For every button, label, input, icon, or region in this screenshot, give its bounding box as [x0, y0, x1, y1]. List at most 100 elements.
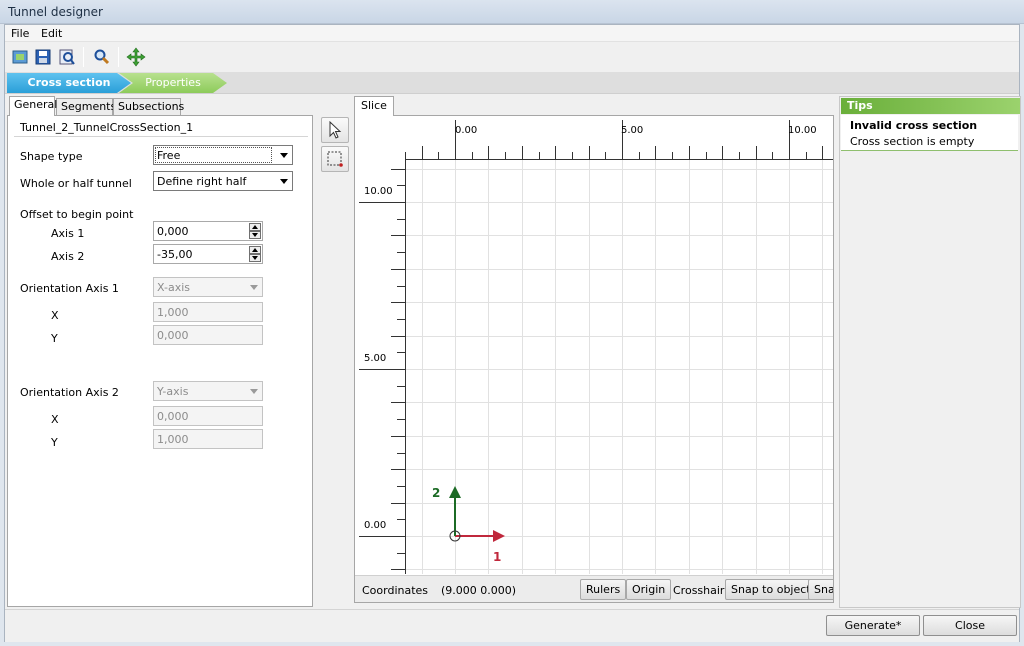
shape-type-value: Free — [157, 149, 181, 162]
axis2-spinner[interactable] — [249, 246, 261, 262]
grid-lines — [405, 159, 833, 574]
chevron-down-icon — [250, 389, 258, 394]
toolbar-separator — [118, 47, 119, 67]
close-button[interactable]: Close — [923, 615, 1017, 636]
axis1-label: Axis 1 — [51, 227, 85, 240]
coordinates-value: (9.000 0.000) — [441, 584, 517, 597]
tab-subsections[interactable]: Subsections — [113, 98, 184, 115]
tab-slice[interactable]: Slice — [354, 96, 394, 116]
origin-toggle[interactable]: Origin — [626, 579, 672, 600]
properties-panel: General Segments Subsections Tunnel_2_Tu… — [5, 96, 315, 607]
axis2-input[interactable]: -35,00 — [153, 244, 263, 264]
crosshair-toggle[interactable]: Crosshair — [673, 584, 724, 597]
axis-2-label: 2 — [432, 486, 440, 500]
offset-label: Offset to begin point — [20, 208, 134, 221]
group-title: Tunnel_2_TunnelCrossSection_1 — [20, 121, 194, 134]
orient1-x-field: 1,000 — [153, 302, 263, 322]
general-tab-body: Tunnel_2_TunnelCrossSection_1 Shape type… — [7, 115, 313, 607]
tip-title: Invalid cross section — [850, 119, 978, 132]
menu-bar: File Edit — [5, 25, 1019, 42]
orient2-y-label: Y — [51, 436, 58, 449]
open-file-icon[interactable] — [9, 46, 31, 68]
rulers-toggle[interactable]: Rulers — [580, 579, 627, 600]
chevron-down-icon — [250, 285, 258, 290]
ruler-left-label: 5.00 — [364, 353, 386, 364]
orient1-select: X-axis — [153, 277, 263, 297]
menu-file[interactable]: File — [11, 27, 29, 40]
orient2-x-label: X — [51, 413, 59, 426]
axis1-spinner[interactable] — [249, 223, 261, 239]
whole-half-select[interactable]: Define right half — [153, 171, 293, 191]
axis1-input[interactable]: 0,000 — [153, 221, 263, 241]
orient2-x-field: 0,000 — [153, 406, 263, 426]
ruler-left-label: 0.00 — [364, 520, 386, 531]
divider — [14, 136, 308, 137]
origin-axes: 1 2 — [432, 486, 505, 564]
snap-to-object-toggle[interactable]: Snap to object — [725, 579, 817, 600]
generate-button[interactable]: Generate* — [826, 615, 920, 636]
tab-segments[interactable]: Segments — [56, 98, 116, 115]
orient1-y-label: Y — [51, 332, 58, 345]
orient1-label: Orientation Axis 1 — [20, 282, 119, 295]
tips-panel: Tips Invalid cross section Cross section… — [839, 96, 1021, 608]
orient2-y-field: 1,000 — [153, 429, 263, 449]
shape-type-label: Shape type — [20, 150, 83, 163]
pointer-select-icon[interactable] — [321, 117, 349, 143]
window-title: Tunnel designer — [8, 5, 103, 19]
chevron-down-icon — [280, 153, 288, 158]
slice-view: Slice 0.00 5.00 10.00 10.00 5.00 0.00 1 … — [354, 96, 834, 608]
orient1-value: X-axis — [157, 281, 190, 294]
zoom-icon[interactable] — [91, 46, 113, 68]
spin-down-icon[interactable] — [249, 231, 261, 239]
left-ruler-bg — [355, 116, 405, 574]
button-bar: Generate* Close — [5, 609, 1019, 642]
ruler-top-label: 0.00 — [455, 125, 477, 136]
orient2-y-value: 1,000 — [157, 433, 189, 446]
orient1-x-label: X — [51, 309, 59, 322]
shape-type-select[interactable]: Free — [153, 145, 293, 165]
orient1-y-value: 0,000 — [157, 329, 189, 342]
wizard-steps: Properties Cross section — [5, 72, 1019, 94]
whole-half-value: Define right half — [157, 175, 247, 188]
orient1-y-field: 0,000 — [153, 325, 263, 345]
orient2-select: Y-axis — [153, 381, 263, 401]
axis-2-arrow-icon — [449, 486, 461, 498]
spin-up-icon[interactable] — [249, 223, 261, 231]
ruler-left-label: 10.00 — [364, 186, 393, 197]
axis-1-label: 1 — [493, 550, 501, 564]
axis-1-arrow-icon — [493, 530, 505, 542]
axis2-value: -35,00 — [157, 248, 193, 261]
rulers — [359, 120, 833, 574]
drawing-tools — [321, 117, 349, 175]
tip-item: Invalid cross section Cross section is e… — [841, 115, 1018, 151]
toolbar — [5, 43, 1019, 71]
menu-edit[interactable]: Edit — [41, 27, 62, 40]
main-window: File Edit Properties Cross section Gener… — [4, 24, 1021, 642]
wizard-step-properties[interactable]: Properties — [119, 73, 227, 93]
chevron-down-icon — [280, 179, 288, 184]
orient2-value: Y-axis — [157, 385, 189, 398]
canvas-status-bar: Coordinates (9.000 0.000) Rulers Origin … — [355, 575, 833, 602]
preview-icon[interactable] — [56, 46, 78, 68]
spin-down-icon[interactable] — [249, 254, 261, 262]
ruler-top-label: 5.00 — [621, 125, 643, 136]
snap-to-grid-toggle[interactable]: Sna — [808, 579, 833, 600]
axis1-value: 0,000 — [157, 225, 189, 238]
wizard-step-cross-section[interactable]: Cross section — [7, 73, 131, 93]
tab-general[interactable]: General — [9, 96, 57, 116]
toolbar-separator — [83, 47, 84, 67]
drawing-canvas[interactable]: 0.00 5.00 10.00 10.00 5.00 0.00 1 2 Coor… — [354, 115, 834, 603]
axis2-label: Axis 2 — [51, 250, 85, 263]
tip-text: Cross section is empty — [850, 135, 975, 148]
title-bar: Tunnel designer — [0, 0, 1024, 24]
orient2-label: Orientation Axis 2 — [20, 386, 119, 399]
canvas-svg[interactable]: 0.00 5.00 10.00 10.00 5.00 0.00 1 2 — [355, 116, 833, 574]
spin-up-icon[interactable] — [249, 246, 261, 254]
orient1-x-value: 1,000 — [157, 306, 189, 319]
ruler-top-label: 10.00 — [788, 125, 817, 136]
pan-move-icon[interactable] — [125, 46, 147, 68]
rectangle-select-icon[interactable] — [321, 146, 349, 172]
save-icon[interactable] — [32, 46, 54, 68]
coordinates-label: Coordinates — [362, 584, 429, 597]
whole-half-label: Whole or half tunnel — [20, 177, 132, 190]
